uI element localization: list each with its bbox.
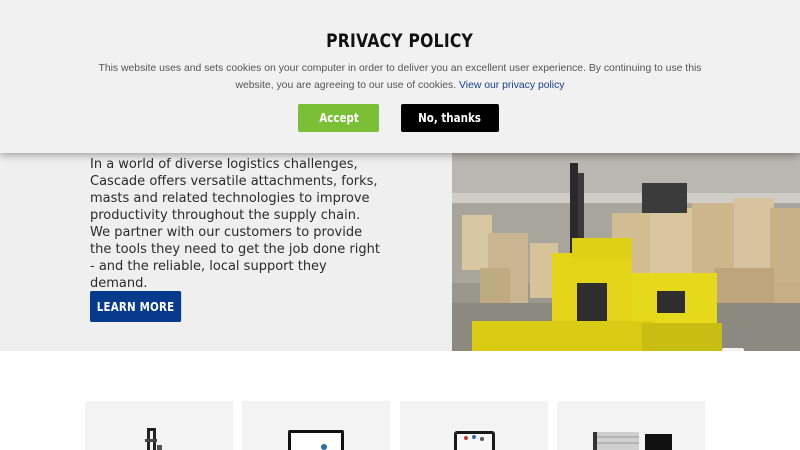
privacy-policy-link[interactable]: View our privacy policy [459,80,565,91]
cookie-message: This website uses and sets cookies on yo… [98,63,702,91]
warehouse-forklift-image [452,153,800,351]
tablet-icon [454,431,495,450]
monitor-icon [288,430,344,450]
cookie-banner-title: PRIVACY POLICY [326,30,474,52]
learn-more-label: LEARN MORE [96,299,175,314]
fork-attachment-icon [145,428,162,450]
product-card-racking[interactable] [557,401,705,450]
no-thanks-label: No, thanks [418,111,482,125]
product-card-forks[interactable] [85,401,233,450]
learn-more-button[interactable]: LEARN MORE [90,291,182,322]
product-card-technology[interactable] [242,401,390,450]
cookie-banner: PRIVACY POLICY This website uses and set… [0,0,800,153]
accept-button[interactable]: Accept [298,104,379,132]
no-thanks-button[interactable]: No, thanks [401,104,499,132]
accept-label: Accept [318,111,359,125]
storage-rack-icon [593,432,672,450]
hero-video[interactable] [452,153,800,351]
product-card-tablet[interactable] [400,401,548,450]
cookie-banner-text: This website uses and sets cookies on yo… [90,60,710,94]
hero-description: In a world of diverse logistics challeng… [90,157,380,291]
